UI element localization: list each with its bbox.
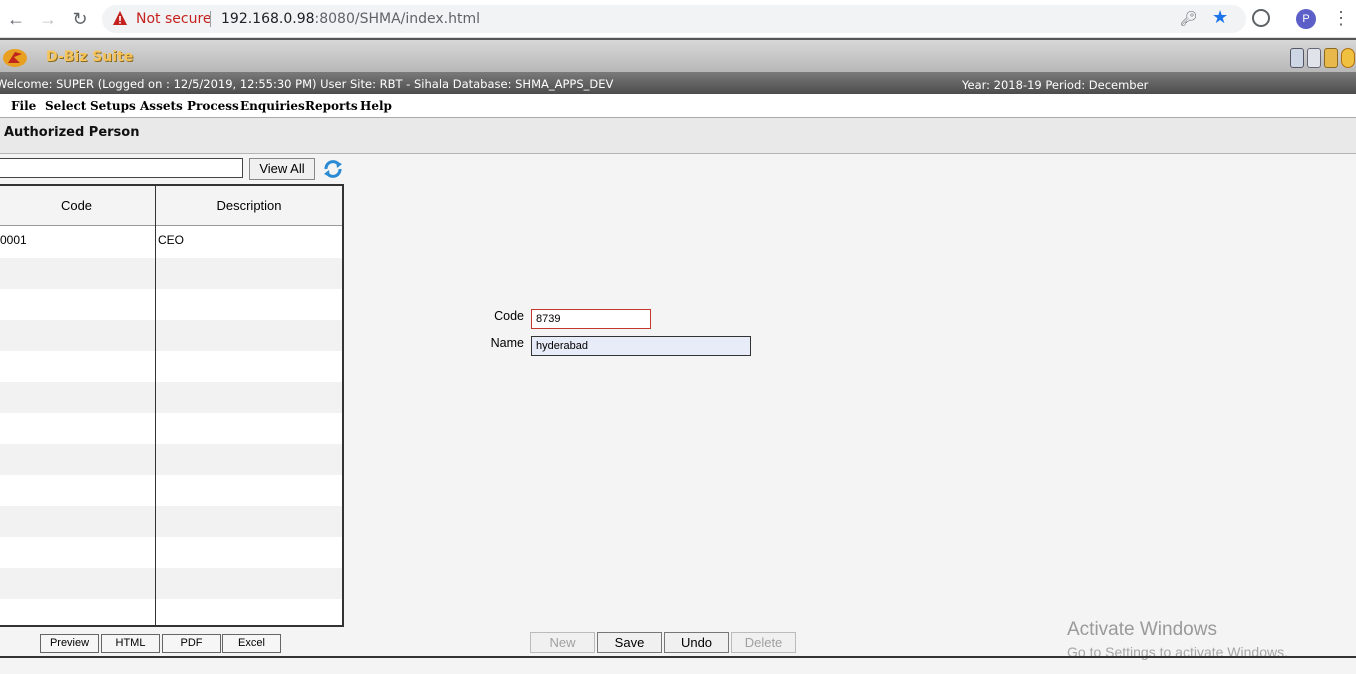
column-divider — [155, 186, 156, 625]
undo-button[interactable]: Undo — [664, 632, 729, 653]
header-icon-group — [1290, 48, 1355, 68]
menu-file[interactable]: File — [11, 99, 36, 113]
welcome-text: Welcome: SUPER (Logged on : 12/5/2019, 1… — [0, 77, 614, 91]
profile-avatar[interactable]: P — [1296, 9, 1316, 29]
security-label[interactable]: Not secure — [136, 11, 212, 27]
bottom-divider — [0, 656, 1356, 658]
table-row — [0, 289, 342, 320]
app-header: D-Biz Suite — [0, 38, 1356, 72]
browser-menu-icon[interactable]: ⋮ — [1332, 8, 1350, 29]
table-row — [0, 537, 342, 568]
main-content: View All Code Description 0001 CEO Previ… — [0, 154, 1356, 674]
table-row — [0, 568, 342, 599]
grid-header: Code Description — [0, 186, 342, 226]
menu-bar: File Select Setups Assets Process Enquir… — [0, 94, 1356, 118]
bookmark-star-icon[interactable]: ★ — [1212, 7, 1228, 28]
pdf-button[interactable]: PDF — [162, 634, 221, 653]
table-row — [0, 320, 342, 351]
data-grid: Code Description 0001 CEO — [0, 184, 344, 627]
home-icon[interactable] — [1290, 48, 1304, 68]
name-label: Name — [490, 336, 524, 350]
column-header-description[interactable]: Description — [156, 186, 342, 226]
app-title: D-Biz Suite — [46, 49, 134, 65]
cell-description: CEO — [158, 233, 185, 247]
view-all-button[interactable]: View All — [249, 158, 315, 180]
table-row — [0, 413, 342, 444]
forward-arrow-icon[interactable]: → — [38, 9, 58, 29]
cell-code: 0001 — [0, 233, 27, 247]
help-icon[interactable] — [1307, 48, 1321, 68]
table-row — [0, 382, 342, 413]
menu-select[interactable]: Select — [45, 99, 86, 113]
url-path: :8080/SHMA/index.html — [314, 11, 481, 27]
menu-setups[interactable]: Setups — [90, 99, 136, 113]
url-separator — [210, 11, 211, 27]
refresh-icon[interactable] — [322, 158, 344, 180]
table-row — [0, 258, 342, 289]
page-title: Authorized Person — [4, 125, 140, 140]
status-bar: Welcome: SUPER (Logged on : 12/5/2019, 1… — [0, 72, 1356, 94]
table-row — [0, 599, 342, 625]
table-row[interactable]: 0001 CEO — [0, 227, 342, 258]
search-input[interactable] — [0, 158, 243, 178]
table-row — [0, 444, 342, 475]
period-text: Year: 2018-19 Period: December — [962, 78, 1149, 92]
back-arrow-icon[interactable]: ← — [6, 9, 26, 29]
url-host: 192.168.0.98 — [221, 11, 315, 27]
delete-button[interactable]: Delete — [731, 632, 796, 653]
html-button[interactable]: HTML — [101, 634, 160, 653]
reload-icon[interactable]: ↻ — [70, 9, 90, 29]
address-bar[interactable]: Not secure 192.168.0.98:8080/SHMA/index.… — [102, 5, 1246, 33]
tool-icon[interactable] — [1324, 48, 1338, 68]
name-field[interactable]: hyderabad — [531, 336, 751, 356]
menu-assets[interactable]: Assets — [140, 99, 183, 113]
table-row — [0, 351, 342, 382]
app-logo-icon — [3, 49, 27, 67]
code-field[interactable]: 8739 — [531, 309, 651, 329]
new-button[interactable]: New — [530, 632, 595, 653]
table-row — [0, 475, 342, 506]
preview-button[interactable]: Preview — [40, 634, 99, 653]
table-row — [0, 506, 342, 537]
power-icon[interactable] — [1341, 48, 1355, 68]
page-title-bar: Authorized Person — [0, 118, 1356, 154]
code-label: Code — [494, 309, 524, 323]
activation-watermark-title: Activate Windows — [1067, 619, 1217, 640]
extension-icon[interactable] — [1252, 9, 1270, 27]
browser-toolbar: ← → ↻ Not secure 192.168.0.98:8080/SHMA/… — [0, 0, 1356, 38]
menu-enquiries[interactable]: Enquiries — [240, 99, 305, 113]
menu-process[interactable]: Process — [187, 99, 239, 113]
warning-icon — [113, 11, 127, 25]
menu-help[interactable]: Help — [360, 99, 392, 113]
key-icon[interactable]: 🔑︎ — [1180, 10, 1198, 27]
menu-reports[interactable]: Reports — [305, 99, 358, 113]
url-text[interactable]: 192.168.0.98:8080/SHMA/index.html — [221, 11, 480, 27]
column-header-code[interactable]: Code — [0, 186, 155, 226]
save-button[interactable]: Save — [597, 632, 662, 653]
excel-button[interactable]: Excel — [222, 634, 281, 653]
